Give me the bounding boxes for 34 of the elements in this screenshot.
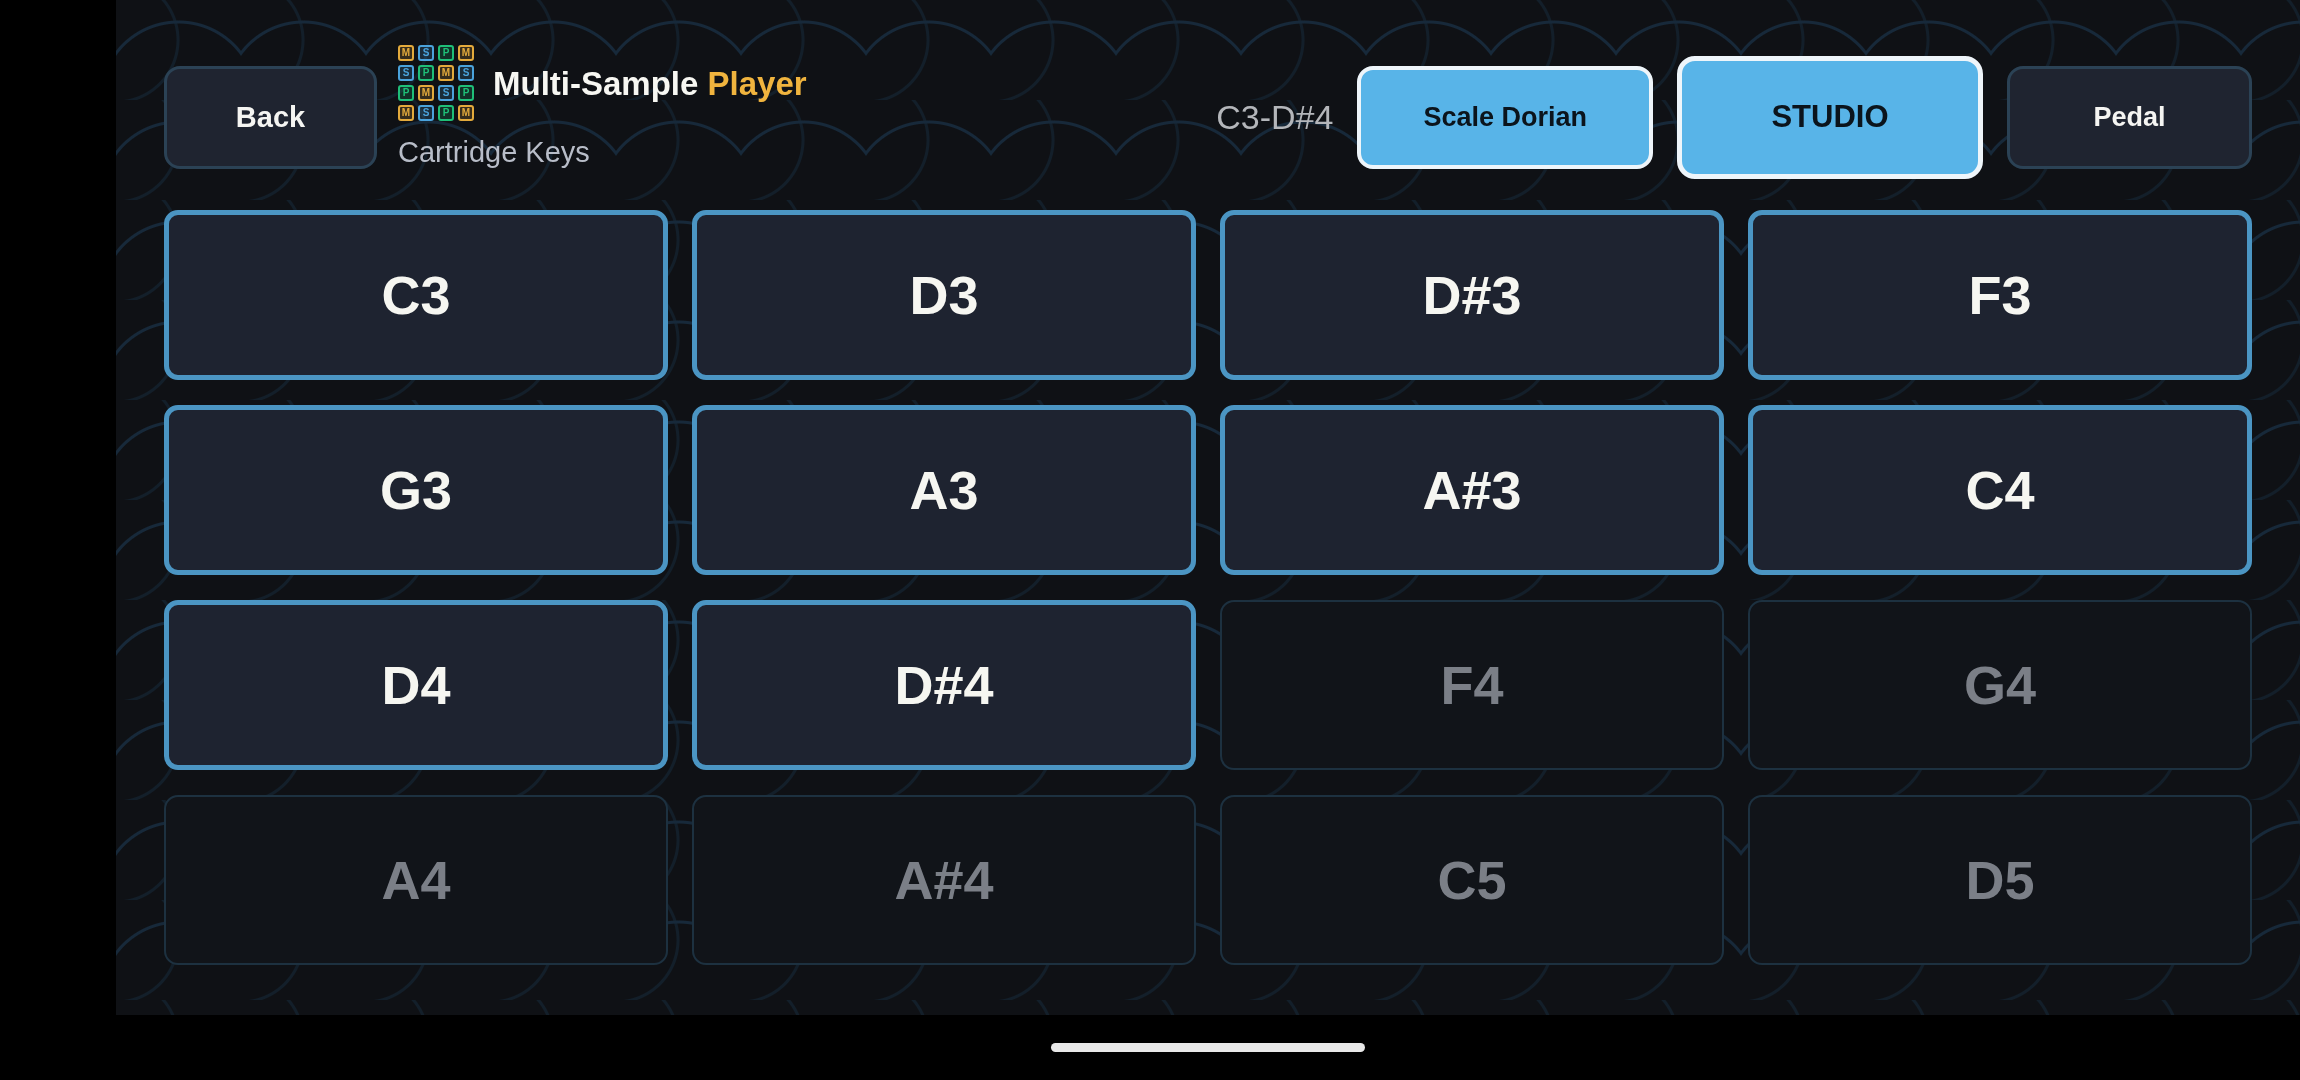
- logo-tile: P: [438, 45, 454, 61]
- logo-tile: P: [398, 85, 414, 101]
- logo-tile: M: [458, 45, 474, 61]
- logo-tile: M: [398, 45, 414, 61]
- note-pad[interactable]: D4: [164, 600, 668, 770]
- note-pad[interactable]: C3: [164, 210, 668, 380]
- note-pad[interactable]: D3: [692, 210, 1196, 380]
- logo-tile: M: [418, 85, 434, 101]
- note-pad[interactable]: A3: [692, 405, 1196, 575]
- note-pad[interactable]: A#3: [1220, 405, 1724, 575]
- toggle-button[interactable]: Scale Dorian: [1357, 66, 1653, 169]
- app-title: Multi-Sample Player: [493, 66, 807, 100]
- home-indicator[interactable]: [1051, 1043, 1365, 1052]
- logo-tile: M: [458, 105, 474, 121]
- note-pad[interactable]: D#3: [1220, 210, 1724, 380]
- logo-tile: P: [458, 85, 474, 101]
- back-button[interactable]: Back: [164, 66, 377, 169]
- range-label: C3-D#4: [1216, 97, 1334, 138]
- logo-tile: S: [458, 65, 474, 81]
- note-pad[interactable]: G3: [164, 405, 668, 575]
- subtitle: Cartridge Keys: [398, 135, 591, 170]
- note-pad[interactable]: F3: [1748, 210, 2252, 380]
- logo-tile: S: [418, 45, 434, 61]
- note-pad[interactable]: C4: [1748, 405, 2252, 575]
- logo-tile: S: [418, 105, 434, 121]
- toggle-button[interactable]: STUDIO: [1677, 56, 1983, 179]
- logo-tile: S: [398, 65, 414, 81]
- logo-tile: P: [418, 65, 434, 81]
- logo-tile: M: [398, 105, 414, 121]
- logo-tile: S: [438, 85, 454, 101]
- logo-tile: P: [438, 105, 454, 121]
- logo-tile: M: [438, 65, 454, 81]
- toggle-button[interactable]: Pedal: [2007, 66, 2252, 169]
- note-pad[interactable]: D#4: [692, 600, 1196, 770]
